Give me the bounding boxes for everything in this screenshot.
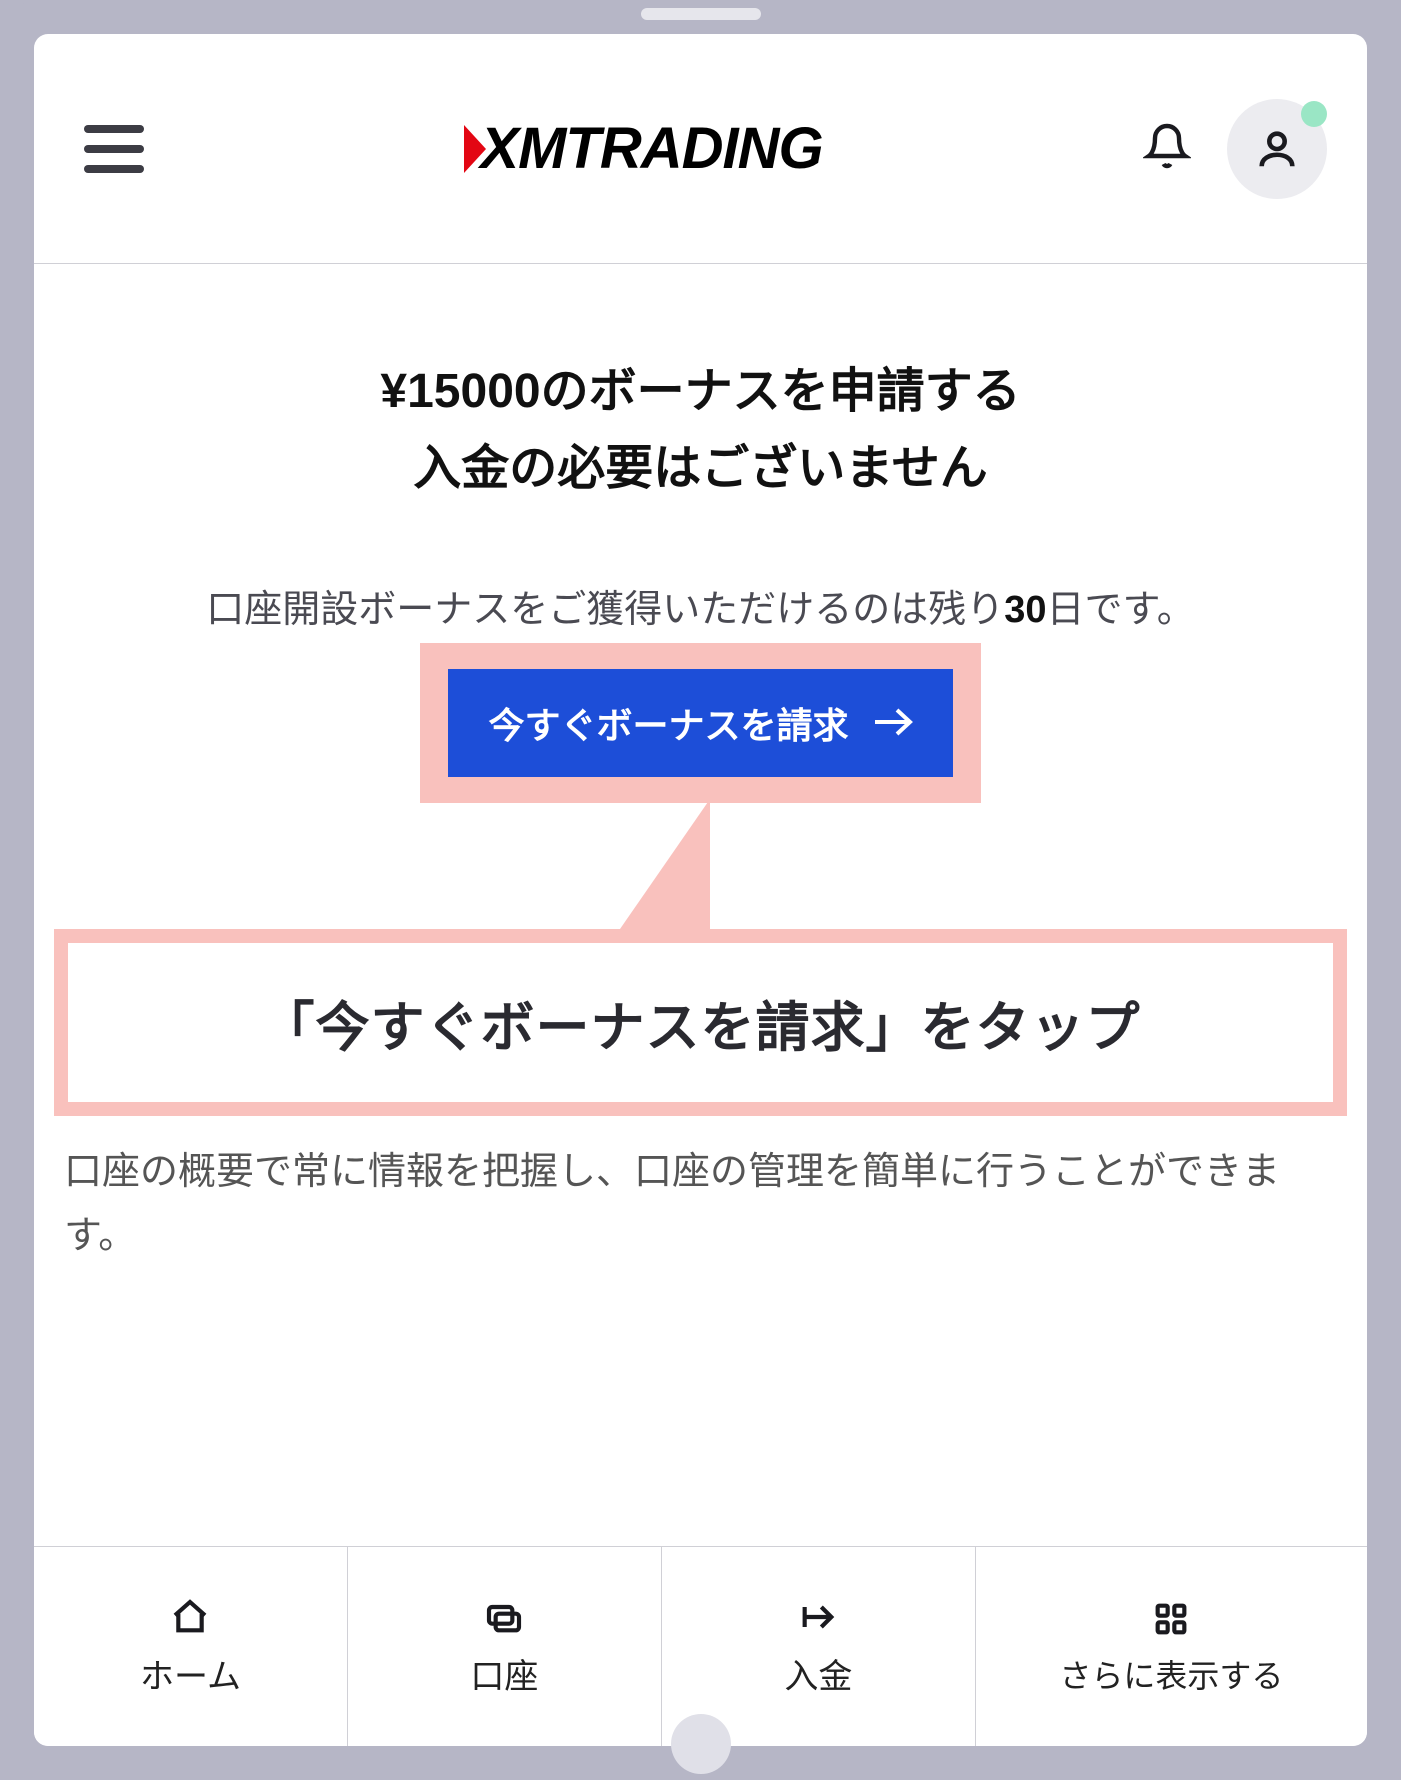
hero-days: 30 [1004,589,1046,631]
brand-logo: XMTRADING [464,115,822,182]
device-frame: XMTRADING ¥15000のボーナスを申請する 入金の必要はございません … [0,0,1401,1780]
cta-label: 今すぐボーナスを請求 [488,697,848,749]
hero-title-line1: ¥15000のボーナスを申請する [74,354,1327,431]
arrow-right-icon [873,703,913,743]
account-icon [484,1595,524,1639]
menu-icon[interactable] [84,125,144,173]
callout-text: 「今すぐボーナスを請求」をタップ [86,983,1315,1062]
tab-deposit-label: 入金 [784,1649,852,1698]
app-header: XMTRADING [34,34,1367,264]
home-indicator[interactable] [671,1714,731,1774]
cta-highlight-bg: 今すぐボーナスを請求 [420,643,980,803]
callout-pointer-icon [620,799,710,929]
bell-icon[interactable] [1143,122,1191,175]
tab-account-label: 口座 [470,1649,538,1698]
status-dot-icon [1301,101,1327,127]
app-screen: XMTRADING ¥15000のボーナスを申請する 入金の必要はございません … [34,34,1367,1746]
device-notch [641,8,761,20]
hero-sub-prefix: 口座開設ボーナスをご獲得いただけるのは残り [206,589,1004,631]
header-actions [1143,99,1327,199]
callout-box: 「今すぐボーナスを請求」をタップ [54,929,1347,1116]
tab-home-label: ホーム [140,1649,241,1698]
hero-sub-suffix: 日です。 [1047,589,1195,631]
hero-title-line2: 入金の必要はございません [74,431,1327,508]
tab-home[interactable]: ホーム [34,1547,348,1746]
profile-button[interactable] [1227,99,1327,199]
cta-highlight: 今すぐボーナスを請求 [420,643,980,929]
brand-name: XMTRADING [480,115,822,182]
tab-more-label: さらに表示する [1059,1651,1283,1697]
tab-account[interactable]: 口座 [348,1547,662,1746]
deposit-icon [798,1595,838,1639]
grid-icon [1151,1597,1191,1641]
description-text: 口座の概要で常に情報を把握し、口座の管理を簡単に行うことができます。 [34,1116,1367,1269]
callout-area: 「今すぐボーナスを請求」をタップ [34,929,1367,1116]
claim-bonus-button[interactable]: 今すぐボーナスを請求 [448,669,952,777]
hero-section: ¥15000のボーナスを申請する 入金の必要はございません 口座開設ボーナスをご… [34,264,1367,929]
tab-more[interactable]: さらに表示する [976,1547,1367,1746]
hero-title: ¥15000のボーナスを申請する 入金の必要はございません [74,354,1327,508]
hero-subtext: 口座開設ボーナスをご獲得いただけるのは残り30日です。 [74,578,1327,633]
home-icon [170,1595,210,1639]
